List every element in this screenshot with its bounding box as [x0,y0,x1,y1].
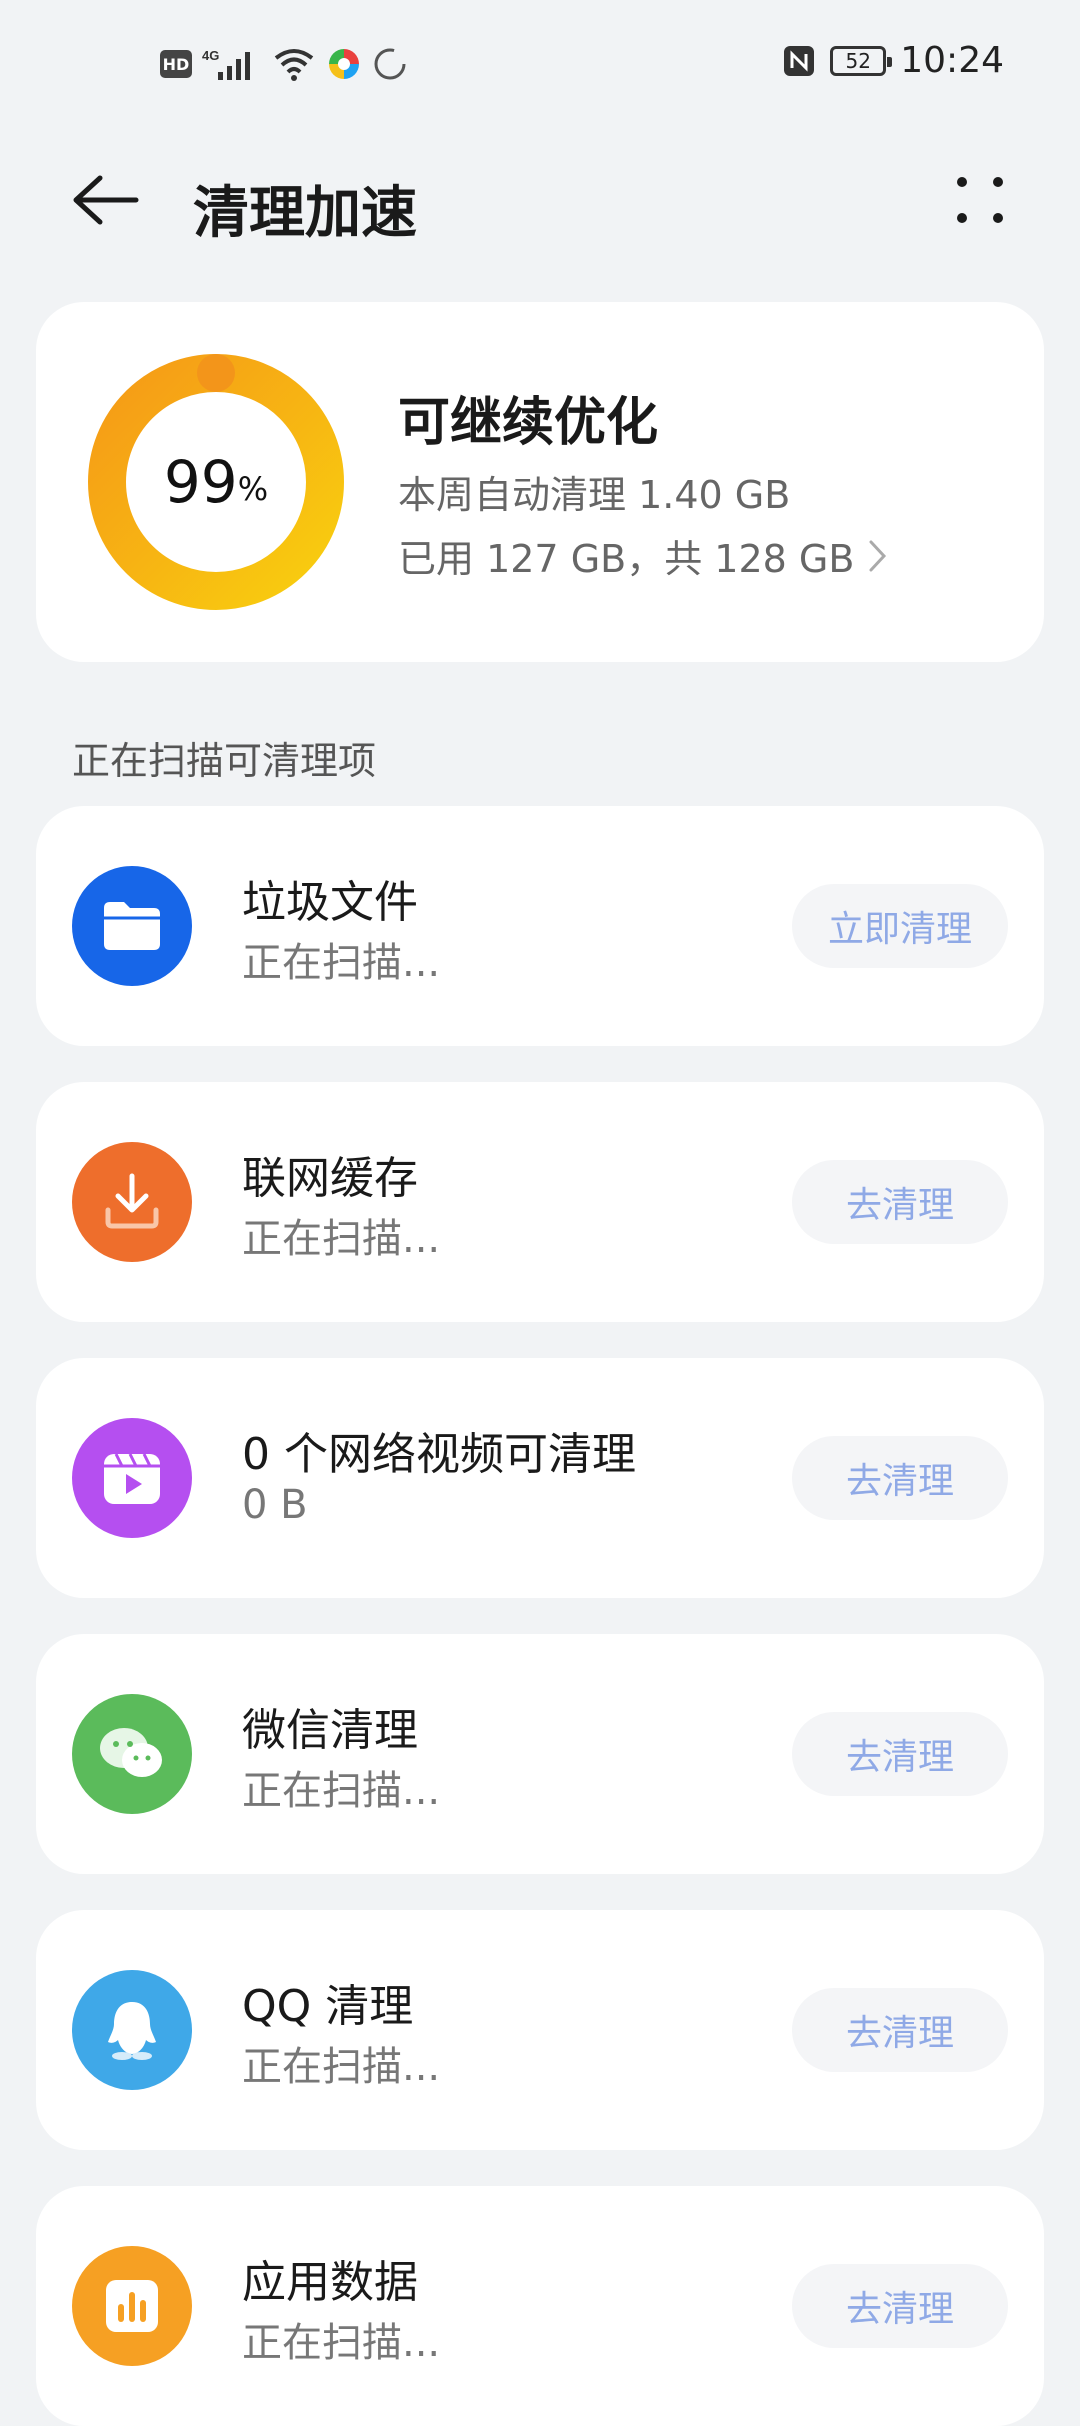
item-size: 0 B [242,1482,308,1528]
status-bar: HD 4G 52 10:24 [0,0,1080,130]
status-right: 52 10:24 [782,40,1004,81]
chevron-right-icon [869,540,887,571]
item-status: 正在扫描... [242,940,441,986]
list-item-junk-files: 垃圾文件 正在扫描... 立即清理 [36,806,1044,1046]
download-icon [72,1142,192,1262]
auto-clean-info: 本周自动清理 1.40 GB [398,473,791,517]
item-status: 正在扫描... [242,1768,441,1814]
item-status: 正在扫描... [242,2320,441,2366]
clean-now-button[interactable]: 立即清理 [792,884,1008,968]
nfc-icon [784,45,815,76]
svg-text:4G: 4G [202,48,219,63]
wifi-icon [274,49,314,81]
hd-icon: HD [160,50,192,78]
back-button[interactable] [70,170,140,230]
item-title: 联网缓存 [242,1153,418,1204]
app-header: 清理加速 [0,150,1080,250]
battery-icon: 52 [830,45,893,76]
go-clean-button[interactable]: 去清理 [792,1436,1008,1520]
loading-icon [374,48,406,80]
storage-usage-link[interactable]: 已用 127 GB，共 128 GB [398,528,888,583]
percent-unit: % [237,470,269,508]
item-title: 应用数据 [242,2257,418,2308]
more-dots-icon [957,177,1003,223]
item-title: 垃圾文件 [242,877,418,928]
wechat-icon [72,1694,192,1814]
folder-icon [72,866,192,986]
go-clean-button[interactable]: 去清理 [792,1988,1008,2072]
list-item-app-data: 应用数据 正在扫描... 去清理 [36,2186,1044,2426]
go-clean-button[interactable]: 去清理 [792,1712,1008,1796]
list-item-network-cache: 联网缓存 正在扫描... 去清理 [36,1082,1044,1322]
clock: 10:24 [900,40,1004,81]
summary-title: 可继续优化 [398,393,659,453]
status-left: HD 4G [160,46,408,82]
go-clean-button[interactable]: 去清理 [792,2264,1008,2348]
section-title: 正在扫描可清理项 [72,739,377,783]
page-title: 清理加速 [193,181,417,246]
cellular-signal-icon: 4G [202,48,250,80]
storage-summary-card: 99 % 可继续优化 本周自动清理 1.40 GB 已用 127 GB，共 12… [36,302,1044,662]
item-title: 微信清理 [242,1705,418,1756]
list-item-qq: QQ 清理 正在扫描... 去清理 [36,1910,1044,2150]
optimization-percent: 99 % [88,354,344,610]
item-title: 0 个网络视频可清理 [242,1429,636,1480]
back-arrow-icon [73,175,139,225]
list-item-wechat: 微信清理 正在扫描... 去清理 [36,1634,1044,1874]
list-item-network-video: 0 个网络视频可清理 0 B 去清理 [36,1358,1044,1598]
storage-usage-text: 已用 127 GB，共 128 GB [398,537,855,581]
item-status: 正在扫描... [242,2044,441,2090]
more-options-button[interactable] [950,170,1010,230]
qq-icon [72,1970,192,2090]
item-status: 正在扫描... [242,1216,441,1262]
percent-value: 99 [163,448,238,516]
app-data-icon [72,2246,192,2366]
go-clean-button[interactable]: 去清理 [792,1160,1008,1244]
app-notification-icon [329,49,359,79]
video-icon [72,1418,192,1538]
item-title: QQ 清理 [242,1981,414,2032]
